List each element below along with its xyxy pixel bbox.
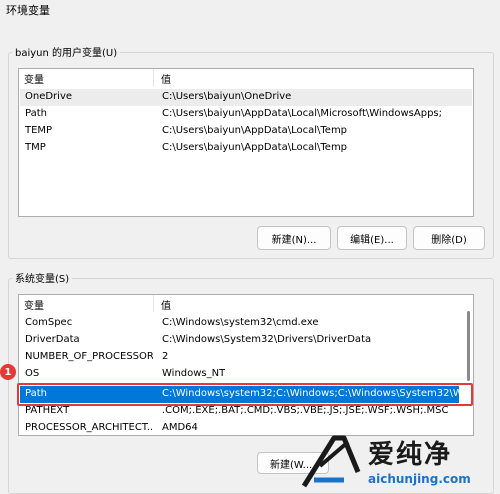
var-name: OneDrive	[25, 91, 73, 102]
column-variable[interactable]: 变量	[24, 297, 152, 312]
system-vars-header: 变量 值	[19, 295, 473, 312]
user-vars-header: 变量 值	[19, 69, 473, 86]
var-value: .COM;.EXE;.BAT;.CMD;.VBS;.VBE;.JS;.JSE;.…	[162, 405, 449, 416]
var-name: OS	[25, 368, 40, 379]
system-vars-label: 系统变量(S)	[12, 270, 73, 285]
var-name: Path	[25, 108, 47, 119]
var-name: PATHEXT	[25, 405, 70, 416]
table-row[interactable]: ComSpec C:\Windows\system32\cmd.exe	[20, 315, 472, 332]
user-new-button[interactable]: 新建(N)...	[257, 226, 331, 250]
var-value: 2	[162, 351, 169, 362]
user-edit-button[interactable]: 编辑(E)...	[337, 226, 407, 250]
window-title: 环境变量	[6, 4, 50, 17]
table-row[interactable]: Path C:\Users\baiyun\AppData\Local\Micro…	[20, 106, 472, 123]
user-vars-label: baiyun 的用户变量(U)	[12, 44, 121, 59]
brand-logo-icon	[301, 435, 361, 488]
step-badge: 1	[0, 364, 16, 380]
user-vars-list[interactable]: 变量 值 OneDrive C:\Users\baiyun\OneDrive P…	[18, 68, 474, 217]
table-row[interactable]: OS Windows_NT	[20, 366, 472, 383]
column-value[interactable]: 值	[161, 297, 171, 312]
var-name: TMP	[25, 142, 46, 153]
table-row[interactable]: DriverData C:\Windows\System32\Drivers\D…	[20, 332, 472, 349]
vertical-scrollbar[interactable]	[467, 311, 470, 381]
table-row[interactable]: NUMBER_OF_PROCESSORS 2	[20, 349, 472, 366]
var-value: C:\Users\baiyun\AppData\Local\Microsoft\…	[162, 108, 443, 119]
column-value[interactable]: 值	[161, 71, 171, 86]
var-name: NUMBER_OF_PROCESSORS	[25, 351, 153, 362]
user-delete-button[interactable]: 删除(D)	[413, 226, 485, 250]
var-name: PROCESSOR_ARCHITECT...	[25, 422, 153, 433]
var-value: AMD64	[162, 422, 198, 433]
var-value: C:\Users\baiyun\OneDrive	[162, 91, 292, 102]
table-row[interactable]: TEMP C:\Users\baiyun\AppData\Local\Temp	[20, 123, 472, 140]
var-name: DriverData	[25, 334, 80, 345]
var-value: C:\Windows\system32\cmd.exe	[162, 317, 319, 328]
watermark-url: aichunjing.com	[368, 472, 471, 486]
var-value: C:\Windows\System32\Drivers\DriverData	[162, 334, 372, 345]
var-value: C:\Users\baiyun\AppData\Local\Temp	[162, 142, 348, 153]
table-row[interactable]: OneDrive C:\Users\baiyun\OneDrive	[20, 89, 472, 106]
watermark-logo: 爱纯净 aichunjing.com	[300, 432, 500, 494]
highlight-box	[17, 383, 473, 406]
table-row[interactable]: TMP C:\Users\baiyun\AppData\Local\Temp	[20, 140, 472, 157]
var-value: Windows_NT	[162, 368, 226, 379]
var-value: C:\Users\baiyun\AppData\Local\Temp	[162, 125, 348, 136]
watermark-brand: 爱纯净	[368, 440, 453, 470]
var-name: TEMP	[25, 125, 53, 136]
system-vars-list[interactable]: 变量 值 ComSpec C:\Windows\system32\cmd.exe…	[18, 294, 474, 436]
column-variable[interactable]: 变量	[24, 71, 152, 86]
var-name: ComSpec	[25, 317, 73, 328]
